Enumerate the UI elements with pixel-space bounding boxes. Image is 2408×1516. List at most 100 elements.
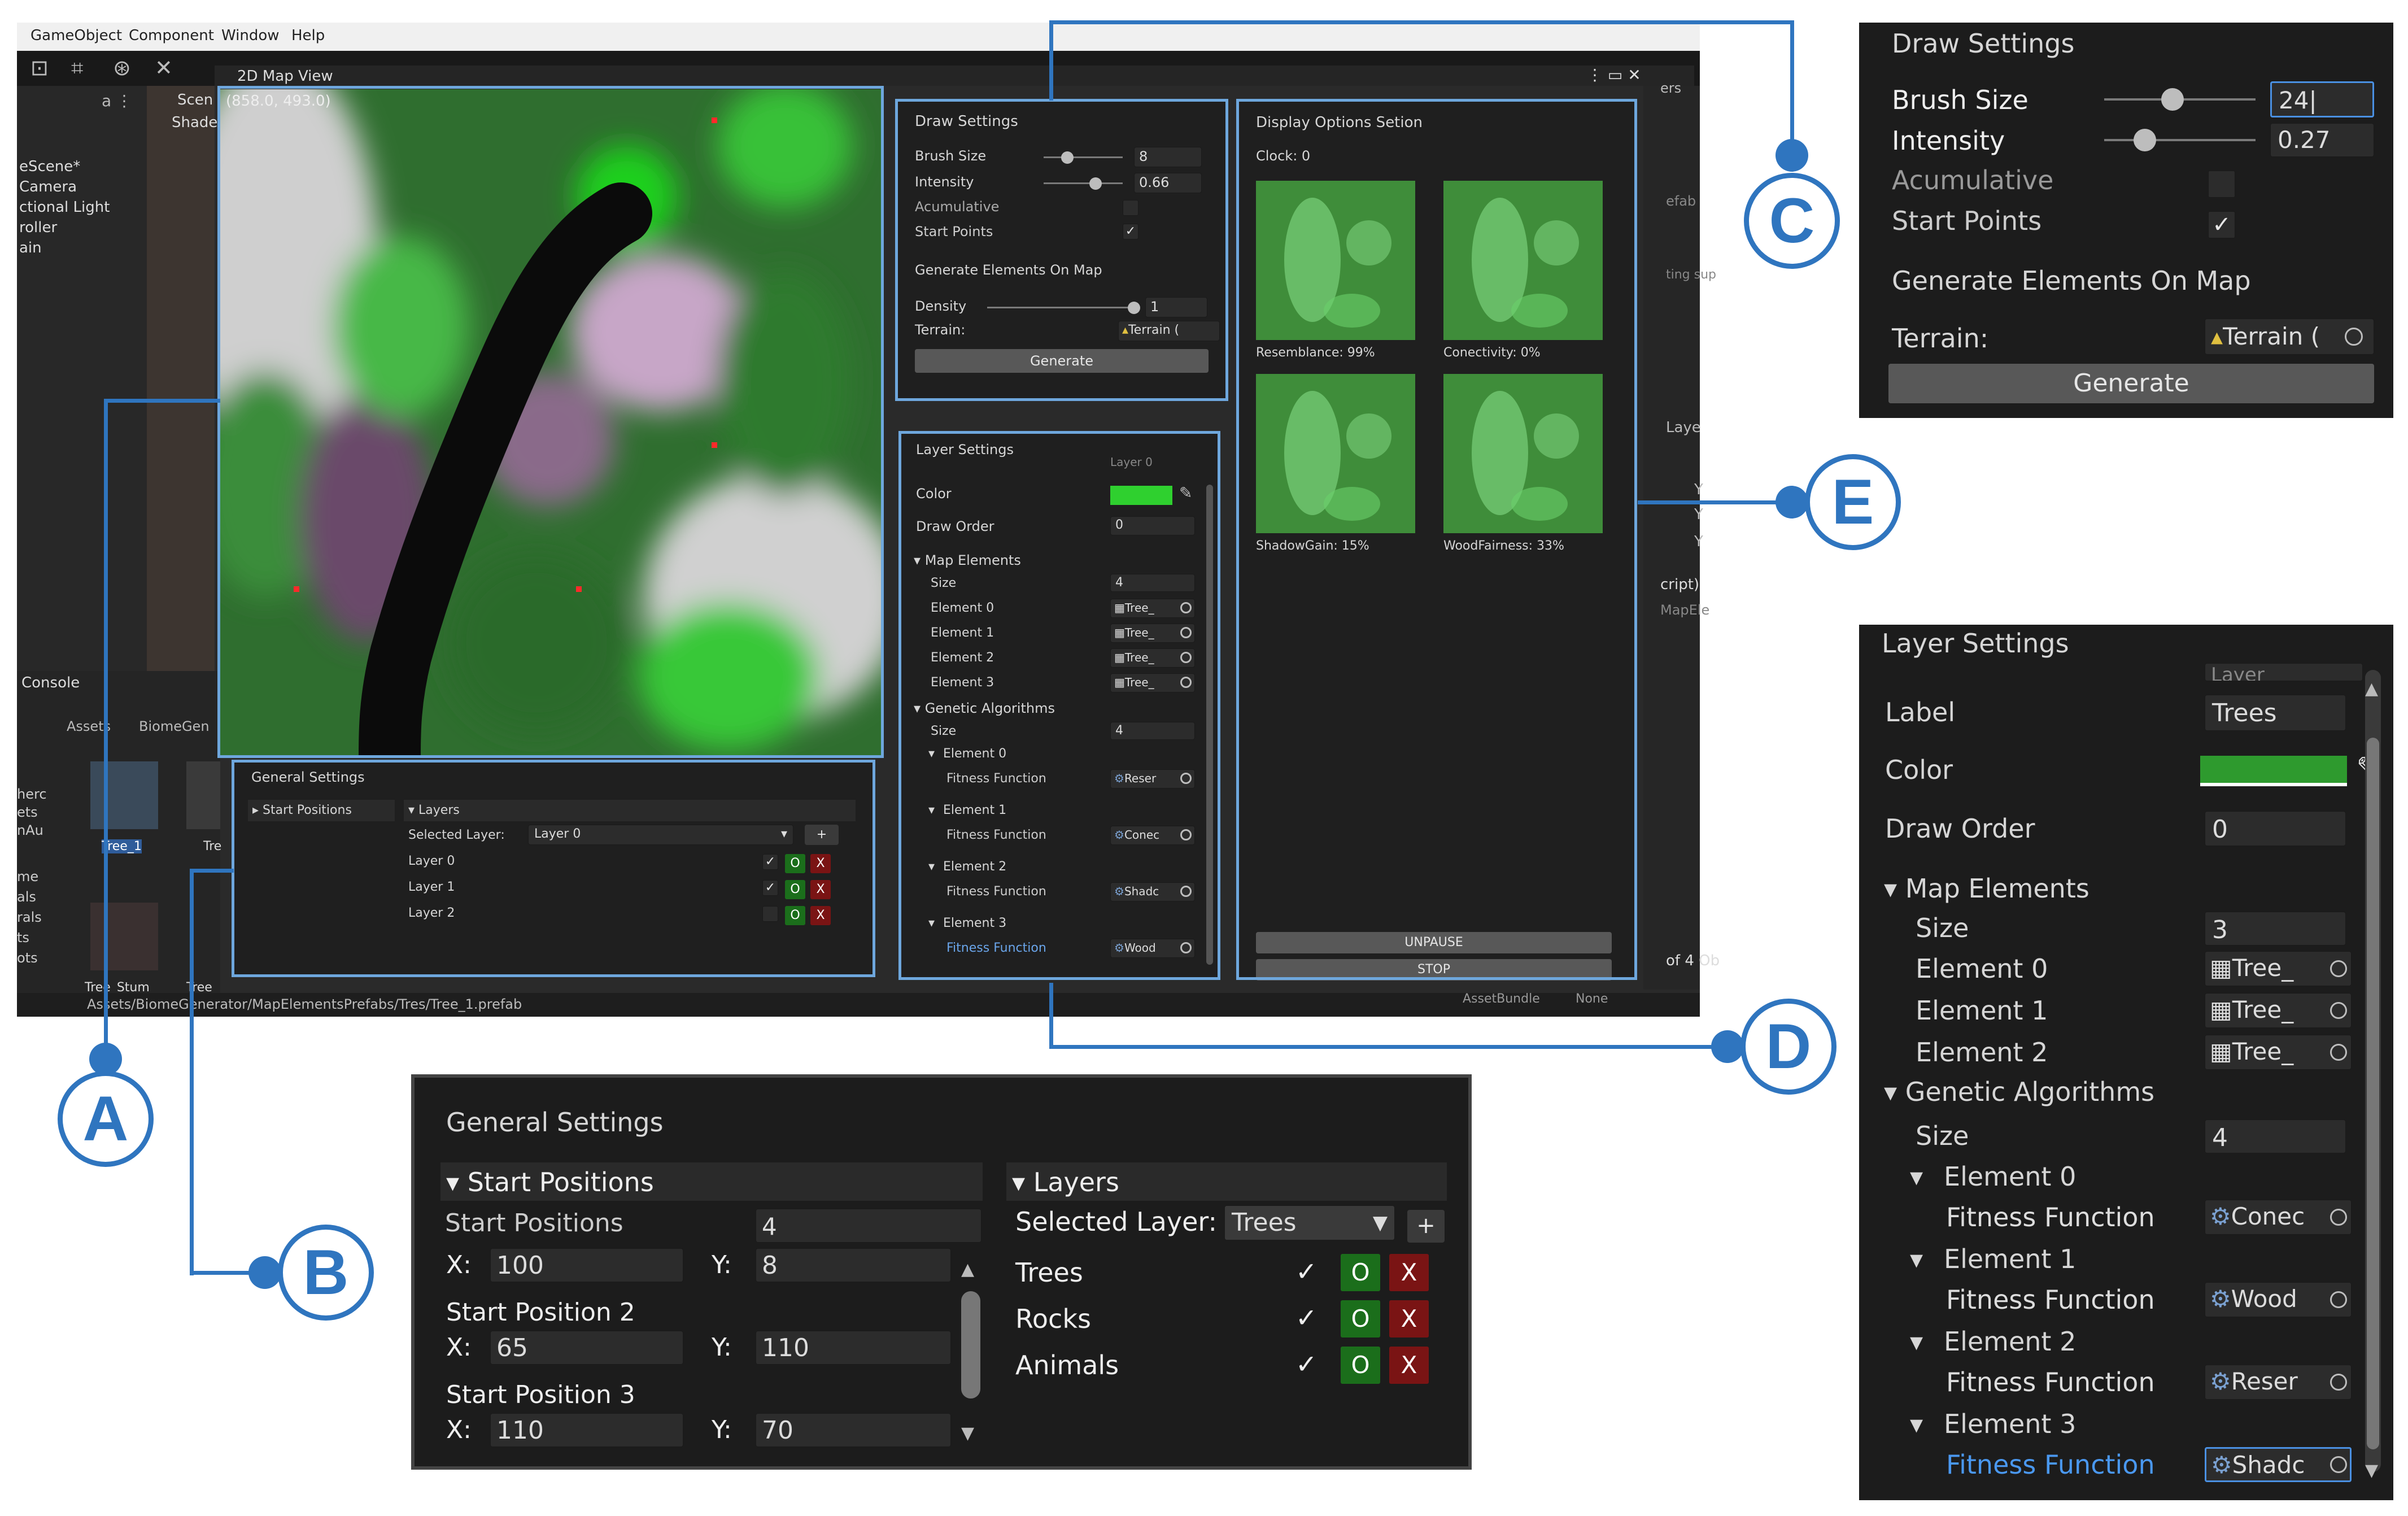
zoom-b-y-field[interactable]: 8 <box>756 1248 951 1282</box>
console-tab[interactable]: Console <box>21 674 80 691</box>
zoom-c-intensity-knob[interactable] <box>2134 129 2157 151</box>
zoom-b-layer-delete-button[interactable]: X <box>1389 1347 1429 1384</box>
zoom-d-gen-element-foldout[interactable]: ▾ <box>1910 1409 1923 1439</box>
callout-b: B <box>278 1225 374 1321</box>
zoom-d-fitness-field[interactable]: ⚙Conec <box>2205 1200 2352 1235</box>
scroll-up-icon[interactable]: ▲ <box>2365 679 2378 699</box>
tools-icon[interactable]: ✕ <box>155 55 173 80</box>
zoom-d-element-field[interactable]: ▦Tree_ <box>2205 1035 2352 1070</box>
project-item[interactable]: ots <box>17 950 38 966</box>
scroll-down-icon[interactable]: ▼ <box>961 1423 974 1443</box>
hierarchy-item[interactable]: eScene* <box>19 158 80 175</box>
zoom-b-start-positions-header[interactable]: ▾ Start Positions <box>440 1162 983 1201</box>
zoom-c-brush-knob[interactable] <box>2161 88 2184 111</box>
project-item[interactable]: als <box>17 889 36 905</box>
scrollbar[interactable] <box>961 1291 980 1399</box>
hierarchy-item[interactable]: Camera <box>19 178 77 195</box>
project-item[interactable]: nAu <box>17 822 43 838</box>
asset-label[interactable]: Tre <box>203 839 221 853</box>
zoom-b-layer-select-button[interactable]: O <box>1341 1347 1380 1384</box>
asset-thumb[interactable] <box>186 761 220 829</box>
zoom-b-layer-delete-button[interactable]: X <box>1389 1300 1429 1338</box>
asset-thumb[interactable] <box>90 761 158 829</box>
zoom-b-layer-delete-button[interactable]: X <box>1389 1254 1429 1291</box>
zoom-c-brush-field[interactable]: 24| <box>2270 81 2374 117</box>
zoom-d-label-label: Label <box>1885 697 1956 727</box>
zoom-d-fitness-field[interactable]: ⚙Reser <box>2205 1365 2352 1400</box>
transform-tool-icon[interactable]: ⌗ <box>71 55 83 81</box>
zoom-b-x-field[interactable]: 65 <box>490 1331 683 1365</box>
lock-icon[interactable]: a ⋮ <box>102 92 132 110</box>
zoom-b-y-field[interactable]: 110 <box>756 1331 951 1365</box>
rect-tool-icon[interactable]: ⊡ <box>30 55 49 80</box>
zoom-b-y-field[interactable]: 70 <box>756 1413 951 1447</box>
zoom-d-gen-size-field[interactable]: 4 <box>2205 1119 2346 1153</box>
zoom-b-start-positions-count[interactable]: 4 <box>756 1209 981 1243</box>
callout-e: E <box>1805 454 1901 550</box>
prefab-icon: ▦ <box>2210 954 2232 982</box>
zoom-d-label-field[interactable]: Trees <box>2205 695 2346 731</box>
asset-thumb[interactable] <box>90 903 158 970</box>
zoom-c-acumulative-checkbox[interactable] <box>2208 171 2235 198</box>
object-picker-icon[interactable] <box>2330 960 2347 977</box>
hierarchy-item[interactable]: ctional Light <box>19 199 110 216</box>
zoom-b-layer-checkbox[interactable]: ✓ <box>1295 1349 1318 1379</box>
zoom-d-element-field[interactable]: ▦Tree_ <box>2205 951 2352 986</box>
scroll-up-icon[interactable]: ▲ <box>961 1260 974 1279</box>
zoom-d-map-elements-foldout[interactable]: ▾ Map Elements <box>1884 873 2089 904</box>
zoom-d-fitness-field[interactable]: ⚙Shadc <box>2205 1447 2352 1482</box>
object-picker-icon[interactable] <box>2330 1002 2347 1019</box>
zoom-d-fitness-value: Wood <box>2231 1285 2297 1313</box>
zoom-d-gen-element-foldout[interactable]: ▾ <box>1910 1161 1923 1192</box>
zoom-b-add-layer-button[interactable]: + <box>1407 1210 1445 1243</box>
project-item[interactable]: ets <box>17 804 38 820</box>
assets-breadcrumb[interactable]: BiomeGen <box>139 718 210 734</box>
menu-item-gameobject[interactable]: GameObject <box>30 27 122 44</box>
scene-tab[interactable]: Scen <box>177 92 213 108</box>
project-item[interactable]: herc <box>17 786 47 802</box>
pin-e <box>1776 486 1808 519</box>
inspector-text: Y <box>1694 506 1703 523</box>
menu-item-window[interactable]: Window <box>221 27 280 44</box>
window-controls-icon[interactable]: ⋮ ▭ ✕ <box>1587 66 1641 84</box>
zoom-d-genetic-foldout[interactable]: ▾ Genetic Algorithms <box>1884 1077 2154 1107</box>
custom-tool-icon[interactable]: ⊛ <box>113 55 131 80</box>
hierarchy-item[interactable]: roller <box>19 219 57 236</box>
zoom-c-intensity-field[interactable]: 0.27 <box>2270 123 2374 157</box>
hierarchy-item[interactable]: ain <box>19 239 42 256</box>
zoom-d-color-swatch[interactable] <box>2200 756 2347 786</box>
menu-item-component[interactable]: Component <box>129 27 214 44</box>
zoom-c-intensity-track[interactable] <box>2104 139 2256 141</box>
zoom-b-selected-layer-dropdown[interactable]: Trees ▼ <box>1224 1205 1395 1240</box>
scrollbar-thumb[interactable] <box>2367 738 2379 1449</box>
object-picker-icon[interactable] <box>2330 1209 2347 1226</box>
project-item[interactable]: rals <box>17 909 42 925</box>
zoom-d-fitness-field[interactable]: ⚙Wood <box>2205 1282 2352 1317</box>
map-view-tab[interactable]: 2D Map View <box>237 68 333 85</box>
zoom-b-layer-checkbox[interactable]: ✓ <box>1295 1302 1318 1333</box>
zoom-d-draw-order-field[interactable]: 0 <box>2205 811 2346 846</box>
object-picker-icon[interactable] <box>2330 1456 2347 1473</box>
zoom-b-layer-select-button[interactable]: O <box>1341 1254 1380 1291</box>
zoom-c-terrain-label: Terrain: <box>1892 323 1989 354</box>
zoom-d-map-size-field[interactable]: 3 <box>2205 912 2346 946</box>
object-picker-icon[interactable] <box>2345 328 2363 346</box>
object-picker-icon[interactable] <box>2330 1291 2347 1308</box>
project-item[interactable]: ts <box>17 930 29 946</box>
zoom-b-x-field[interactable]: 110 <box>490 1413 683 1447</box>
inspector-text: Y <box>1694 481 1703 498</box>
zoom-d-gen-element-foldout[interactable]: ▾ <box>1910 1326 1923 1357</box>
project-item[interactable]: me <box>17 869 38 885</box>
zoom-b-layer-select-button[interactable]: O <box>1341 1300 1380 1338</box>
zoom-b-layer-checkbox[interactable]: ✓ <box>1295 1256 1318 1287</box>
zoom-d-element-field[interactable]: ▦Tree_ <box>2205 993 2352 1028</box>
zoom-d-gen-element-foldout[interactable]: ▾ <box>1910 1244 1923 1274</box>
zoom-c-start-points-checkbox[interactable]: ✓ <box>2208 211 2235 238</box>
scroll-down-icon[interactable]: ▼ <box>2365 1461 2378 1480</box>
zoom-c-generate-button[interactable]: Generate <box>1888 364 2374 403</box>
zoom-b-x-field[interactable]: 100 <box>490 1248 683 1282</box>
menu-item-help[interactable]: Help <box>291 27 325 44</box>
zoom-b-layers-header[interactable]: ▾ Layers <box>1006 1162 1447 1201</box>
object-picker-icon[interactable] <box>2330 1374 2347 1391</box>
object-picker-icon[interactable] <box>2330 1044 2347 1061</box>
